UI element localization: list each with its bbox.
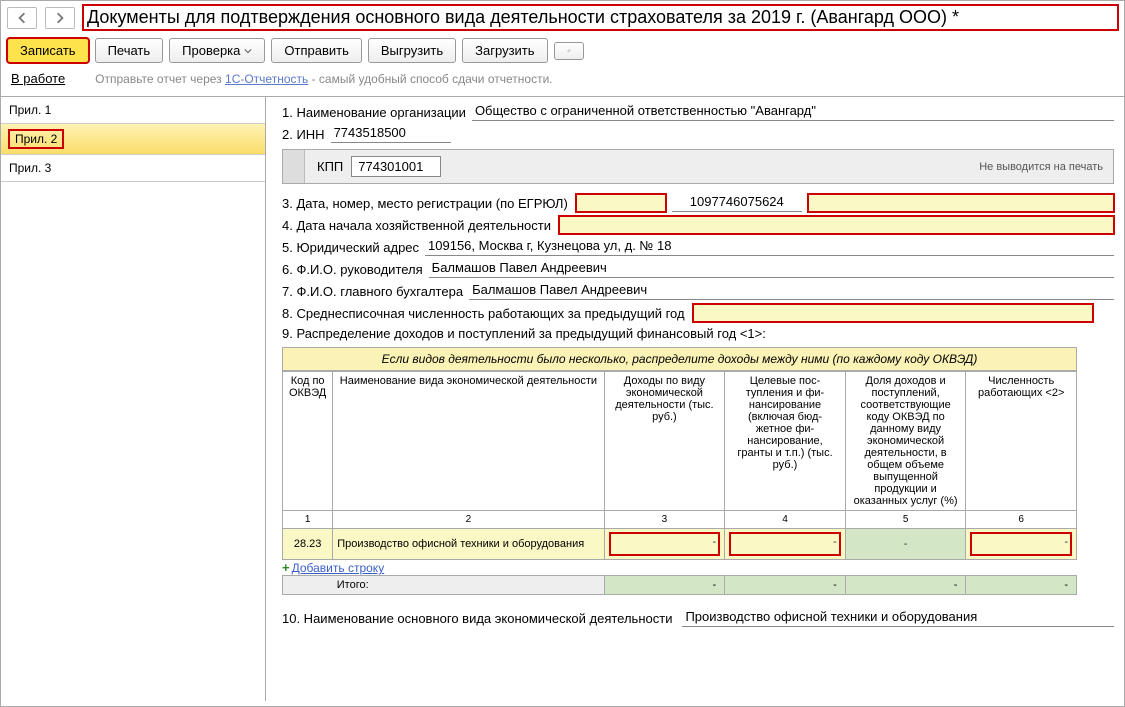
- cell-emp[interactable]: -: [966, 529, 1077, 560]
- paperclip-icon: [567, 47, 571, 55]
- dist-label: 9. Распределение доходов и поступлений з…: [282, 326, 766, 341]
- th-code: Код по ОКВЭД: [283, 372, 333, 511]
- total-target: -: [725, 576, 846, 595]
- inn-value[interactable]: 7743518500: [331, 125, 451, 143]
- table-row: 28.23 Производство офисной техники и обо…: [283, 529, 1077, 560]
- attach-button[interactable]: [554, 42, 584, 60]
- emp-input[interactable]: [693, 304, 1093, 322]
- start-date-input[interactable]: [559, 216, 1114, 234]
- save-button[interactable]: Записать: [7, 38, 89, 63]
- form-content: 1. Наименование организации Общество с о…: [266, 96, 1124, 701]
- sidebar-item-pril1[interactable]: Прил. 1: [1, 97, 265, 124]
- org-value[interactable]: Общество с ограниченной ответственностью…: [472, 103, 1114, 121]
- th-income: Доходы по виду экономической деятельност…: [604, 372, 725, 511]
- kpp-block: КПП 774301001 Не выводится на печать: [282, 149, 1114, 184]
- kpp-value[interactable]: 774301001: [351, 156, 441, 177]
- addr-value[interactable]: 109156, Москва г, Кузнецова ул, д. № 18: [425, 238, 1114, 256]
- nav-back-button[interactable]: [7, 7, 37, 29]
- check-button[interactable]: Проверка: [169, 38, 265, 63]
- reg-label: 3. Дата, номер, место регистрации (по ЕГ…: [282, 196, 568, 211]
- reg-num[interactable]: 1097746075624: [672, 194, 802, 212]
- th-share: Доля доходов и поступлений, соответствую…: [845, 372, 966, 511]
- main-act-value[interactable]: Производство офисной техники и оборудова…: [682, 609, 1114, 627]
- print-button[interactable]: Печать: [95, 38, 164, 63]
- head-value[interactable]: Балмашов Павел Андреевич: [429, 260, 1114, 278]
- total-emp: -: [966, 576, 1077, 595]
- report-service-link[interactable]: 1С-Отчетность: [225, 72, 308, 86]
- th-target: Целевые пос- тупления и фи- нансирование…: [725, 372, 846, 511]
- plus-icon: +: [282, 560, 290, 575]
- export-button[interactable]: Выгрузить: [368, 38, 456, 63]
- total-table: Итого: - - - -: [282, 575, 1077, 595]
- import-button[interactable]: Загрузить: [462, 38, 547, 63]
- check-button-label: Проверка: [182, 43, 240, 58]
- sidebar-item-pril2[interactable]: Прил. 2: [1, 124, 265, 155]
- th-name: Наименование вида экономической деятельн…: [333, 372, 604, 511]
- cell-name[interactable]: Производство офисной техники и оборудова…: [333, 529, 604, 560]
- page-title: Документы для подтверждения основного ви…: [83, 5, 1118, 30]
- acc-value[interactable]: Балмашов Павел Андреевич: [469, 282, 1114, 300]
- kpp-noprint: Не выводится на печать: [979, 161, 1103, 173]
- inn-label: 2. ИНН: [282, 127, 325, 142]
- total-income: -: [604, 576, 725, 595]
- status-hint: Отправьте отчет через 1С-Отчетность - са…: [95, 72, 552, 86]
- sidebar-item-pril3[interactable]: Прил. 3: [1, 155, 265, 182]
- cell-target[interactable]: -: [725, 529, 846, 560]
- table-note: Если видов деятельности было несколько, …: [282, 347, 1077, 371]
- reg-place-input[interactable]: [808, 194, 1114, 212]
- nav-forward-button[interactable]: [45, 7, 75, 29]
- total-share: -: [845, 576, 966, 595]
- reg-date-input[interactable]: [576, 194, 666, 212]
- cell-code[interactable]: 28.23: [283, 529, 333, 560]
- distribution-table: Код по ОКВЭД Наименование вида экономиче…: [282, 371, 1077, 560]
- org-label: 1. Наименование организации: [282, 105, 466, 120]
- head-label: 6. Ф.И.О. руководителя: [282, 262, 423, 277]
- chevron-down-icon: [244, 47, 252, 55]
- cell-income[interactable]: -: [604, 529, 725, 560]
- th-emp: Численность работающих <2>: [966, 372, 1077, 511]
- emp-label: 8. Среднесписочная численность работающи…: [282, 306, 685, 321]
- total-label: Итого:: [333, 576, 604, 595]
- add-row-link[interactable]: +Добавить строку: [282, 560, 1077, 575]
- acc-label: 7. Ф.И.О. главного бухгалтера: [282, 284, 463, 299]
- main-act-label: 10. Наименование основного вида экономич…: [282, 611, 672, 626]
- kpp-label: КПП: [317, 159, 343, 174]
- addr-label: 5. Юридический адрес: [282, 240, 419, 255]
- sidebar: Прил. 1 Прил. 2 Прил. 3: [1, 96, 266, 701]
- cell-share: -: [845, 529, 966, 560]
- status-link[interactable]: В работе: [11, 71, 65, 86]
- send-button[interactable]: Отправить: [271, 38, 361, 63]
- start-label: 4. Дата начала хозяйственной деятельност…: [282, 218, 551, 233]
